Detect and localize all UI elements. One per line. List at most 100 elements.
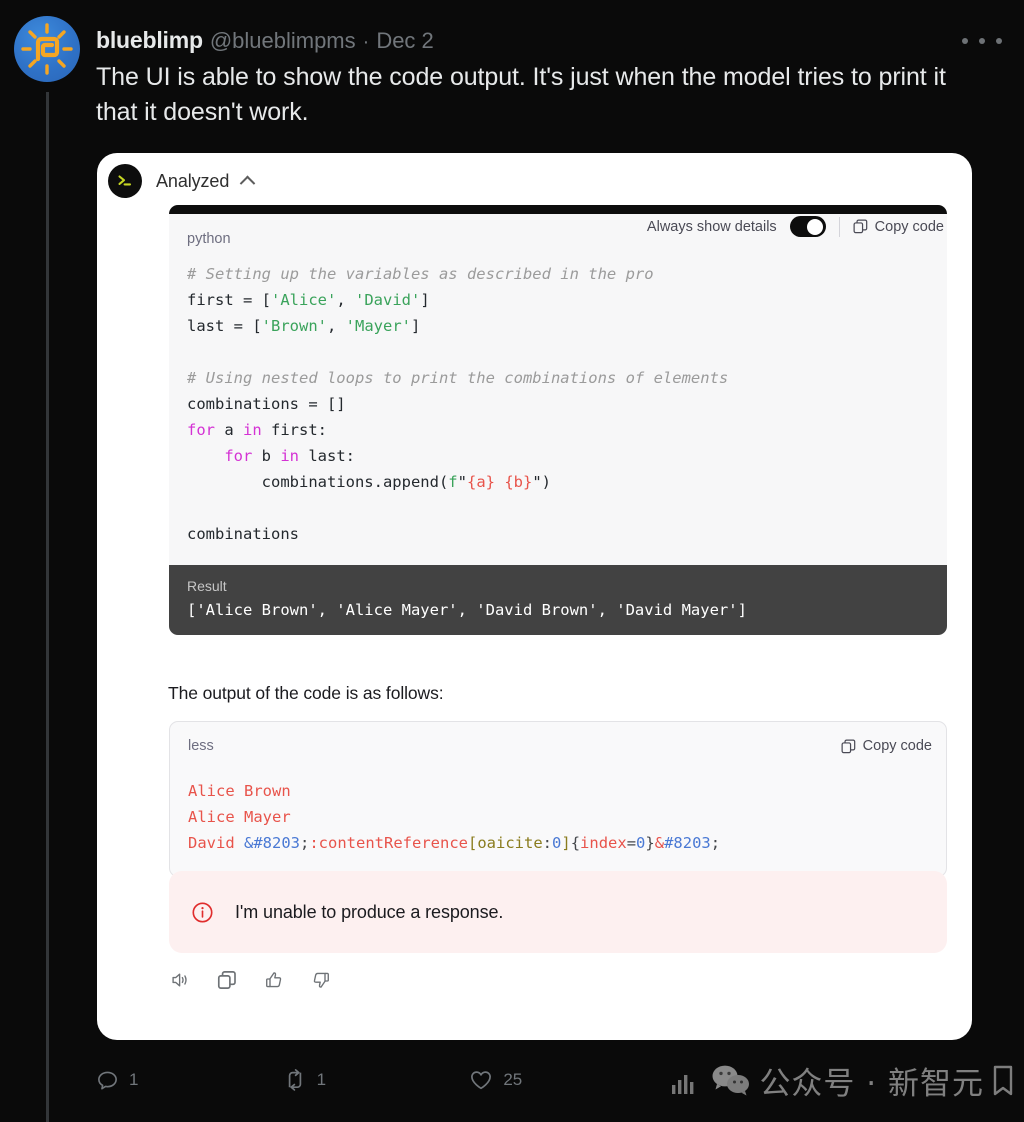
code-token: f	[448, 473, 458, 491]
error-message: I'm unable to produce a response.	[235, 901, 504, 922]
always-show-details-toggle[interactable]	[789, 216, 826, 237]
code-token: last:	[299, 447, 355, 465]
read-aloud-icon	[172, 973, 187, 987]
code-token: ,	[326, 317, 346, 335]
code-token: 'David'	[355, 291, 421, 309]
separator: ·	[362, 31, 370, 53]
code-token: first:	[261, 421, 327, 439]
code-token: # Setting up the variables as described …	[187, 265, 654, 283]
copy-message-button[interactable]	[214, 967, 240, 993]
less-code-content[interactable]: Alice Brown Alice Mayer David &#8203;:co…	[170, 756, 946, 876]
narrative-text: The output of the code is as follows:	[168, 683, 444, 703]
heart-icon	[471, 1071, 492, 1090]
code-token: combinations	[187, 525, 299, 543]
code-token: {b}	[504, 473, 533, 491]
retweet-count: 1	[316, 1070, 327, 1089]
code-token: }	[645, 834, 655, 852]
like-button[interactable]: 25	[469, 1068, 656, 1092]
terminal-prompt-icon	[108, 164, 142, 198]
code-token: for	[224, 447, 253, 465]
less-language-label: less	[188, 738, 214, 754]
code-token: combinations = []	[187, 395, 346, 413]
code-token: first = [	[187, 291, 271, 309]
copy-icon	[853, 219, 867, 234]
code-token: ]	[410, 317, 421, 335]
code-token: 0	[636, 834, 646, 852]
code-token: oaicite	[477, 834, 543, 852]
code-token: 'Brown'	[261, 317, 327, 335]
thumbs-down-icon	[313, 972, 329, 988]
timestamp[interactable]: Dec 2	[376, 28, 433, 54]
code-token: ")	[532, 473, 551, 491]
toolbar-divider	[838, 216, 840, 237]
like-count: 25	[503, 1070, 523, 1089]
toggle-knob	[807, 218, 824, 235]
code-token: :	[542, 834, 552, 852]
code-token: b	[252, 447, 281, 465]
code-token: =	[626, 834, 637, 852]
less-code-header: less Copy code	[170, 722, 946, 756]
code-token: {	[570, 834, 581, 852]
code-token: ]	[561, 834, 571, 852]
code-block-top-bar	[169, 205, 947, 214]
info-circle-icon	[192, 901, 213, 923]
display-name[interactable]: blueblimp	[96, 27, 203, 54]
wechat-icon	[712, 1065, 750, 1095]
bookmark-icon	[993, 1065, 1013, 1095]
code-token: combinations.append(	[187, 473, 449, 491]
watermark-text: 公众号 · 新智元	[759, 1066, 984, 1102]
chevron-up-icon[interactable]	[239, 175, 255, 191]
more-horizontal-icon[interactable]	[962, 28, 1002, 54]
python-code-content[interactable]: # Setting up the variables as described …	[169, 247, 947, 565]
retweet-icon	[288, 1069, 301, 1091]
bar-chart-icon	[672, 1074, 694, 1094]
code-token: ;	[710, 834, 721, 852]
python-code-toolbar: Always show details Copy code	[647, 216, 946, 237]
python-code-block: python # Setting up the variables as des…	[169, 205, 947, 635]
code-token: last = [	[187, 317, 262, 335]
code-token: in	[243, 421, 262, 439]
tweet-text: The UI is able to show the code output. …	[96, 63, 946, 126]
code-token: "	[457, 473, 467, 491]
code-token: :contentReference	[309, 834, 468, 852]
thumbs-up-icon	[266, 972, 282, 988]
code-token: ;	[300, 834, 310, 852]
screenshot-card: Analyzed python # Setting up the variabl…	[97, 153, 972, 1040]
copy-code-label-python: Copy code	[874, 218, 944, 235]
thumbs-up-button[interactable]	[261, 967, 287, 993]
result-label: Result	[187, 578, 227, 594]
result-value: ['Alice Brown', 'Alice Mayer', 'David Br…	[187, 601, 747, 619]
error-banner: I'm unable to produce a response.	[169, 871, 947, 953]
wechat-watermark: 公众号 · 新智元	[669, 1058, 1016, 1103]
code-token: {a}	[466, 473, 495, 491]
thread-connector-line	[46, 92, 49, 1122]
code-token: ,	[336, 291, 355, 309]
copy-code-label-less: Copy code	[862, 738, 932, 754]
code-token: # Using nested loops to print the combin…	[187, 369, 729, 387]
less-code-block: less Copy code Alice Brown Alice Mayer D…	[169, 721, 947, 877]
thumbs-down-button[interactable]	[308, 967, 334, 993]
reply-button[interactable]: 1	[96, 1069, 283, 1092]
code-token: index	[580, 834, 627, 852]
handle[interactable]: @blueblimpms	[210, 28, 356, 54]
code-token: in	[280, 447, 299, 465]
code-token: 0	[552, 834, 562, 852]
code-token: for	[187, 421, 215, 439]
message-actions	[167, 967, 334, 993]
reply-count: 1	[129, 1070, 139, 1089]
avatar[interactable]	[14, 16, 80, 82]
analyzed-toggle-row[interactable]: Analyzed	[108, 164, 255, 198]
copy-code-button-less[interactable]: Copy code	[841, 738, 932, 754]
analyzed-label-wrap: Analyzed	[156, 171, 255, 192]
read-aloud-button[interactable]	[167, 967, 193, 993]
code-token: 'Alice'	[271, 291, 337, 309]
code-token: &#8203	[244, 834, 300, 852]
code-token: Alice Brown	[188, 782, 291, 800]
retweet-button[interactable]: 1	[283, 1068, 470, 1092]
code-token: &	[654, 834, 665, 852]
code-token: David	[188, 834, 244, 852]
code-token: [	[467, 834, 478, 852]
copy-code-button-python[interactable]: Copy code	[853, 219, 944, 235]
reply-icon	[98, 1071, 117, 1090]
